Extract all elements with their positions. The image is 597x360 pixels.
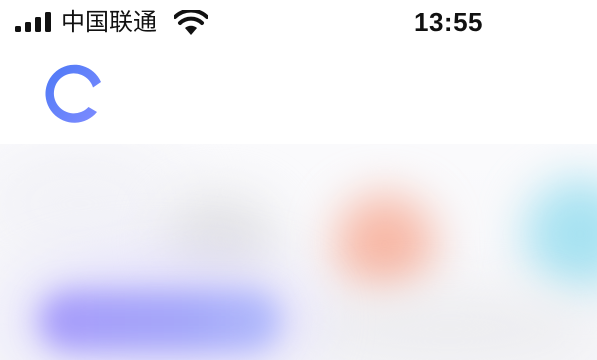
blurred-purple-button	[40, 292, 280, 350]
status-time: 13:55	[414, 7, 483, 37]
blurred-peach-item	[335, 194, 435, 294]
status-bar: 中国联通 13:55	[0, 0, 597, 46]
wifi-icon	[174, 10, 208, 35]
carrier-name: 中国联通	[61, 8, 157, 36]
app-header	[0, 46, 597, 144]
blurred-content-area	[0, 144, 597, 360]
blurred-gray-bar	[300, 294, 597, 360]
blurred-placeholder	[0, 144, 180, 264]
blurred-cyan-item	[525, 179, 597, 289]
app-logo-icon[interactable]	[41, 61, 107, 127]
cellular-signal-icon	[15, 12, 51, 32]
